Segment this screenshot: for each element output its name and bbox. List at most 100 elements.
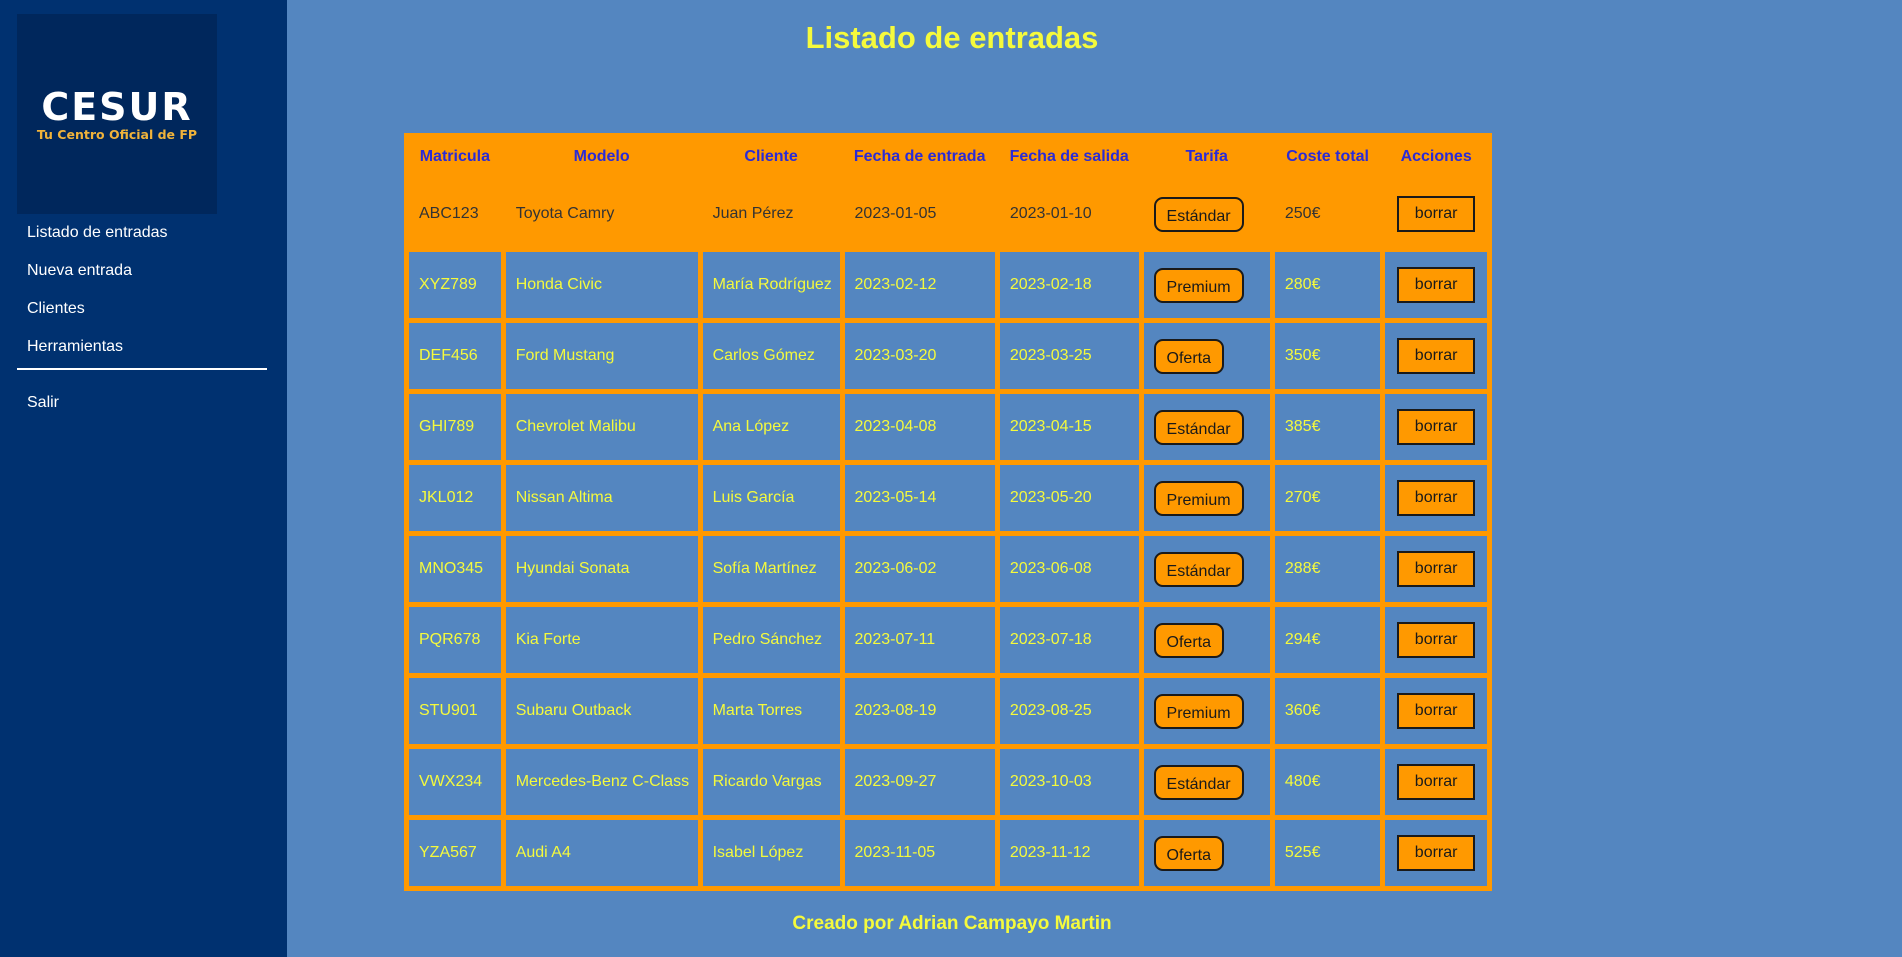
cell-cliente: María Rodríguez <box>702 252 840 318</box>
cell-modelo: Nissan Altima <box>505 465 698 531</box>
tarifa-button[interactable]: Estándar <box>1153 551 1244 587</box>
column-header-acciones: Acciones <box>1400 148 1472 165</box>
sidebar-divider <box>17 368 267 370</box>
cell-acciones: borrar <box>1385 820 1487 886</box>
tarifa-button[interactable]: Estándar <box>1153 409 1244 445</box>
column-header-fecha-salida: Fecha de salida <box>1009 148 1129 165</box>
table-row: GHI789 Chevrolet Malibu Ana López 2023-04-0… <box>409 394 1487 460</box>
cell-cliente: Ana López <box>702 394 840 460</box>
table-row: PQR678 Kia Forte Pedro Sánchez 2023-07-11 20… <box>409 607 1487 673</box>
cell-acciones: borrar <box>1385 181 1487 247</box>
cell-cliente: Isabel López <box>702 820 840 886</box>
cell-entrada: 2023-01-05 <box>844 181 995 247</box>
cell-coste: 288€ <box>1274 536 1381 602</box>
table-header-row: Matricula Modelo Cliente Fecha de entrad… <box>409 138 1487 176</box>
cell-salida: 2023-10-03 <box>999 749 1139 815</box>
cell-modelo: Chevrolet Malibu <box>505 394 698 460</box>
cell-cliente: Marta Torres <box>702 678 840 744</box>
entries-table-wrapper: Matricula Modelo Cliente Fecha de entrad… <box>404 133 1497 891</box>
delete-button[interactable]: borrar <box>1397 338 1476 374</box>
cell-entrada: 2023-03-20 <box>844 323 995 389</box>
cell-cliente: Sofía Martínez <box>702 536 840 602</box>
delete-button[interactable]: borrar <box>1397 551 1476 587</box>
delete-button[interactable]: borrar <box>1397 622 1476 658</box>
cell-tarifa: Oferta <box>1143 607 1270 673</box>
sidebar-item-nueva-entrada[interactable]: Nueva entrada <box>17 252 267 290</box>
cell-modelo: Hyundai Sonata <box>505 536 698 602</box>
cell-cliente: Juan Pérez <box>702 181 840 247</box>
logo-title: CESUR <box>41 84 193 129</box>
tarifa-button[interactable]: Estándar <box>1153 196 1244 232</box>
cesur-logo[interactable]: CESUR Tu Centro Oficial de FP <box>17 14 217 214</box>
cell-cliente: Carlos Gómez <box>702 323 840 389</box>
cell-matricula: VWX234 <box>409 749 501 815</box>
cell-coste: 250€ <box>1274 181 1381 247</box>
delete-button[interactable]: borrar <box>1397 196 1476 232</box>
cell-matricula: PQR678 <box>409 607 501 673</box>
cell-tarifa: Estándar <box>1143 536 1270 602</box>
tarifa-button[interactable]: Estándar <box>1153 764 1244 800</box>
tarifa-button[interactable]: Premium <box>1153 267 1244 303</box>
delete-button[interactable]: borrar <box>1397 267 1476 303</box>
cell-modelo: Audi A4 <box>505 820 698 886</box>
delete-button[interactable]: borrar <box>1397 764 1476 800</box>
column-header-fecha-entrada: Fecha de entrada <box>853 148 986 165</box>
cell-tarifa: Estándar <box>1143 394 1270 460</box>
cell-acciones: borrar <box>1385 536 1487 602</box>
cell-salida: 2023-07-18 <box>999 607 1139 673</box>
tarifa-button[interactable]: Premium <box>1153 480 1244 516</box>
cell-acciones: borrar <box>1385 607 1487 673</box>
sidebar-nav: Listado de entradas Nueva entrada Client… <box>17 214 267 422</box>
cell-entrada: 2023-06-02 <box>844 536 995 602</box>
tarifa-button[interactable]: Oferta <box>1153 835 1224 871</box>
tarifa-button[interactable]: Premium <box>1153 693 1244 729</box>
column-header-modelo: Modelo <box>573 148 630 165</box>
cell-modelo: Honda Civic <box>505 252 698 318</box>
cell-coste: 480€ <box>1274 749 1381 815</box>
delete-button[interactable]: borrar <box>1397 835 1476 871</box>
delete-button[interactable]: borrar <box>1397 409 1476 445</box>
delete-button[interactable]: borrar <box>1397 693 1476 729</box>
delete-button[interactable]: borrar <box>1397 480 1476 516</box>
cell-acciones: borrar <box>1385 252 1487 318</box>
table-row: VWX234 Mercedes-Benz C-Class Ricardo Varga… <box>409 749 1487 815</box>
cell-matricula: YZA567 <box>409 820 501 886</box>
cell-tarifa: Oferta <box>1143 323 1270 389</box>
table-row: MNO345 Hyundai Sonata Sofía Martínez 2023-0… <box>409 536 1487 602</box>
sidebar-item-clientes[interactable]: Clientes <box>17 290 267 328</box>
column-header-matricula: Matricula <box>419 148 490 165</box>
sidebar-item-listado[interactable]: Listado de entradas <box>17 214 267 252</box>
cell-matricula: JKL012 <box>409 465 501 531</box>
cell-salida: 2023-11-12 <box>999 820 1139 886</box>
cell-coste: 350€ <box>1274 323 1381 389</box>
cell-coste: 525€ <box>1274 820 1381 886</box>
sidebar: CESUR Tu Centro Oficial de FP Listado de… <box>0 0 287 957</box>
cell-matricula: XYZ789 <box>409 252 501 318</box>
table-row: YZA567 Audi A4 Isabel López 2023-11-05 2023-… <box>409 820 1487 886</box>
table-row: XYZ789 Honda Civic María Rodríguez 2023-02-… <box>409 252 1487 318</box>
cell-salida: 2023-08-25 <box>999 678 1139 744</box>
logo-subtitle: Tu Centro Oficial de FP <box>36 126 198 142</box>
cell-entrada: 2023-09-27 <box>844 749 995 815</box>
column-header-tarifa: Tarifa <box>1185 148 1228 165</box>
entries-table: Matricula Modelo Cliente Fecha de entrad… <box>404 133 1492 891</box>
cell-coste: 280€ <box>1274 252 1381 318</box>
table-row: STU901 Subaru Outback Marta Torres 2023-08-… <box>409 678 1487 744</box>
cell-matricula: MNO345 <box>409 536 501 602</box>
cell-salida: 2023-04-15 <box>999 394 1139 460</box>
cell-salida: 2023-06-08 <box>999 536 1139 602</box>
cell-tarifa: Premium <box>1143 252 1270 318</box>
cell-matricula: GHI789 <box>409 394 501 460</box>
cell-salida: 2023-05-20 <box>999 465 1139 531</box>
sidebar-item-herramientas[interactable]: Herramientas <box>17 328 267 366</box>
sidebar-item-salir[interactable]: Salir <box>17 384 267 422</box>
tarifa-button[interactable]: Oferta <box>1153 338 1224 374</box>
cell-tarifa: Premium <box>1143 465 1270 531</box>
cell-acciones: borrar <box>1385 394 1487 460</box>
cell-matricula: DEF456 <box>409 323 501 389</box>
cell-entrada: 2023-11-05 <box>844 820 995 886</box>
cell-coste: 294€ <box>1274 607 1381 673</box>
table-body: ABC123 Toyota Camry Juan Pérez 2023-01-05 20… <box>409 181 1487 886</box>
tarifa-button[interactable]: Oferta <box>1153 622 1224 658</box>
cell-tarifa: Premium <box>1143 678 1270 744</box>
